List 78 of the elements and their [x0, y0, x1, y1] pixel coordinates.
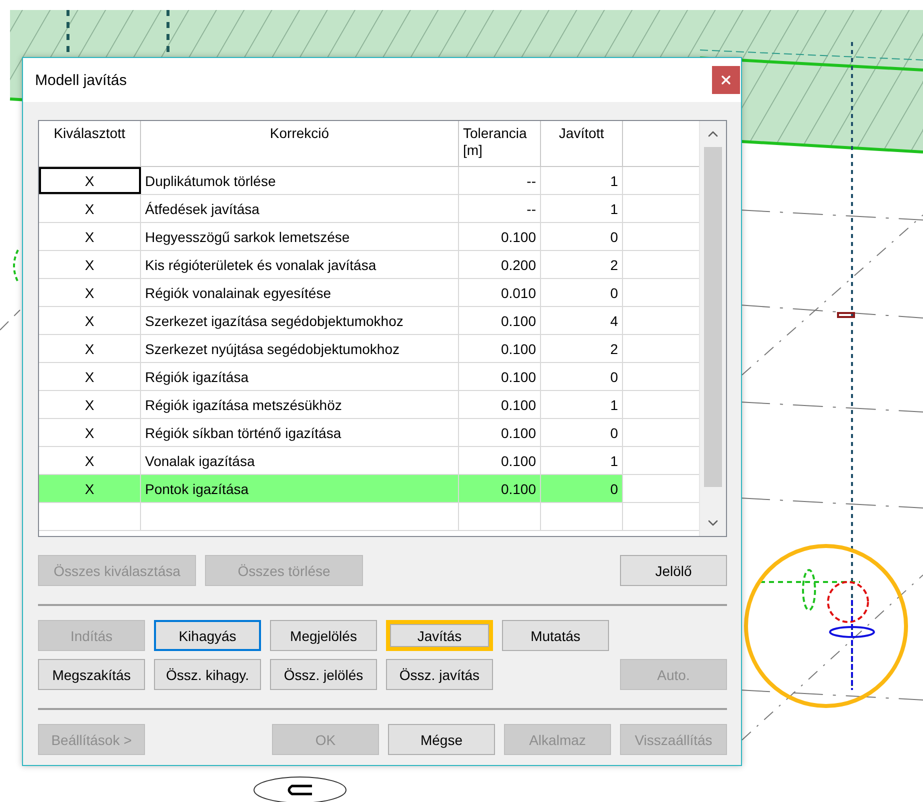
table-cell: -- [459, 167, 541, 194]
dialog-button[interactable]: Mégse [388, 724, 495, 755]
table-cell: 0.100 [459, 363, 541, 390]
dialog-button[interactable]: Megjelölés [270, 620, 377, 651]
dialog-button[interactable]: Jelölő [620, 555, 727, 586]
table-cell: X [39, 363, 141, 390]
table-cell: 0.100 [459, 391, 541, 418]
scrollbar[interactable] [699, 121, 726, 536]
scroll-thumb[interactable] [704, 147, 722, 487]
table-cell: 0.100 [459, 419, 541, 446]
table-cell: 2 [541, 251, 623, 278]
close-icon [719, 73, 733, 87]
table-cell: Duplikátumok törlése [141, 167, 459, 194]
table-row[interactable]: X Régiók igazítása 0.100 0 [39, 363, 699, 391]
table-row[interactable]: X Régiók igazítása metszésükhöz 0.100 1 [39, 391, 699, 419]
table-row[interactable]: X Szerkezet igazítása segédobjektumokhoz 0.100 4 [39, 307, 699, 335]
table-cell: X [39, 167, 141, 194]
table-cell: 0 [541, 475, 623, 502]
table-cell: 0.100 [459, 475, 541, 502]
table-cell: 0.200 [459, 251, 541, 278]
table-cell: 0 [541, 279, 623, 306]
table-cell: X [39, 307, 141, 334]
table-cell: Szerkezet nyújtása segédobjektumokhoz [141, 335, 459, 362]
table-cell: X [39, 195, 141, 222]
table-row[interactable]: X Kis régióterületek és vonalak javítása 0.200 2 [39, 251, 699, 279]
table-cell: Régiók igazítása metszésükhöz [141, 391, 459, 418]
table-cell: 0 [541, 223, 623, 250]
table-cell: 0.100 [459, 447, 541, 474]
column-header[interactable]: Kiválasztott [39, 121, 141, 166]
dialog-button[interactable]: Javítás [386, 620, 493, 651]
table-row[interactable]: X Régiók vonalainak egyesítése 0.010 0 [39, 279, 699, 307]
table-row[interactable]: X Átfedések javítása -- 1 [39, 195, 699, 223]
column-header[interactable]: Javított [541, 121, 623, 166]
table-cell: 4 [541, 307, 623, 334]
table-cell: 1 [541, 447, 623, 474]
dialog-button[interactable]: Megszakítás [38, 659, 145, 690]
table-row[interactable]: X Pontok igazítása 0.100 0 [39, 475, 699, 503]
table-cell: 0.010 [459, 279, 541, 306]
dialog-button[interactable]: Mutatás [502, 620, 609, 651]
window-title: Modell javítás [35, 72, 127, 88]
table-cell: X [39, 447, 141, 474]
column-header[interactable]: Tolerancia [m] [459, 121, 541, 166]
table-cell: 1 [541, 391, 623, 418]
table-cell: Vonalak igazítása [141, 447, 459, 474]
dialog-button[interactable]: Össz. jelölés [270, 659, 377, 690]
table-cell: 0.100 [459, 335, 541, 362]
table-cell: X [39, 391, 141, 418]
table-cell: X [39, 335, 141, 362]
table-cell: Kis régióterületek és vonalak javítása [141, 251, 459, 278]
table-cell: 1 [541, 195, 623, 222]
table-cell: 0.100 [459, 223, 541, 250]
table-cell: X [39, 419, 141, 446]
table-cell: 0.100 [459, 307, 541, 334]
dialog-button[interactable]: Össz. kihagy. [154, 659, 261, 690]
table-cell: X [39, 223, 141, 250]
table-cell: Régiók igazítása [141, 363, 459, 390]
table-cell: 0 [541, 363, 623, 390]
table-cell: Régiók síkban történő igazítása [141, 419, 459, 446]
table-cell: Szerkezet igazítása segédobjektumokhoz [141, 307, 459, 334]
dialog-button[interactable]: Össz. javítás [386, 659, 493, 690]
table-row[interactable]: X Duplikátumok törlése -- 1 [39, 167, 699, 195]
table-cell: X [39, 279, 141, 306]
table-cell: 0 [541, 419, 623, 446]
table-cell: X [39, 251, 141, 278]
table-cell: Pontok igazítása [141, 475, 459, 502]
close-button[interactable] [712, 66, 740, 94]
table-cell: Régiók vonalainak egyesítése [141, 279, 459, 306]
table-cell: Hegyesszögű sarkok lemetszése [141, 223, 459, 250]
table-row[interactable]: X Hegyesszögű sarkok lemetszése 0.100 0 [39, 223, 699, 251]
table-row[interactable]: X Régiók síkban történő igazítása 0.100 0 [39, 419, 699, 447]
table-cell: -- [459, 195, 541, 222]
table-cell: 1 [541, 167, 623, 194]
column-header[interactable]: Korrekció [141, 121, 459, 166]
table-cell: 2 [541, 335, 623, 362]
table-cell: Átfedések javítása [141, 195, 459, 222]
table-cell: X [39, 475, 141, 502]
dialog-button[interactable]: Kihagyás [154, 620, 261, 651]
table-row[interactable]: X Szerkezet nyújtása segédobjektumokhoz 0.100 2 [39, 335, 699, 363]
